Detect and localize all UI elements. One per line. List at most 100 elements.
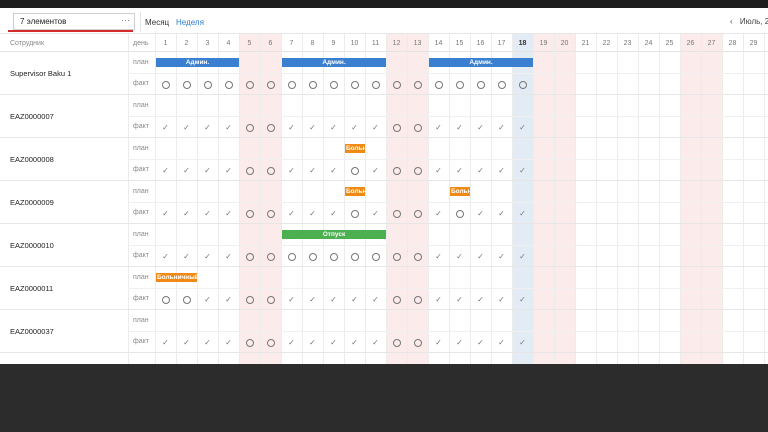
fact-cell[interactable] bbox=[239, 117, 260, 138]
fact-cell[interactable]: ✓ bbox=[176, 203, 197, 224]
fact-cell[interactable] bbox=[281, 246, 302, 267]
fact-cell[interactable]: ✓ bbox=[197, 246, 218, 267]
fact-cell[interactable]: ✓ bbox=[218, 117, 239, 138]
fact-cell[interactable] bbox=[239, 289, 260, 310]
fact-cell[interactable]: ✓ bbox=[302, 160, 323, 181]
sick-leave-bar[interactable]: Больничный bbox=[156, 273, 197, 282]
fact-cell[interactable] bbox=[470, 74, 491, 95]
fact-cell[interactable] bbox=[260, 332, 281, 353]
fact-cell[interactable]: ✓ bbox=[512, 332, 533, 353]
fact-cell[interactable]: ✓ bbox=[344, 117, 365, 138]
fact-cell[interactable]: ✓ bbox=[323, 117, 344, 138]
sick-leave-bar[interactable]: Больничный bbox=[345, 187, 365, 196]
fact-cell[interactable] bbox=[197, 74, 218, 95]
fact-cell[interactable]: ✓ bbox=[302, 203, 323, 224]
fact-cell[interactable]: ✓ bbox=[344, 332, 365, 353]
employee-name[interactable]: EAZ0000011 bbox=[10, 284, 53, 293]
employee-name[interactable]: EAZ0000009 bbox=[10, 198, 54, 207]
vacation-bar[interactable]: Отпуск bbox=[282, 230, 386, 239]
fact-cell[interactable]: ✓ bbox=[197, 289, 218, 310]
fact-cell[interactable]: ✓ bbox=[302, 332, 323, 353]
fact-cell[interactable]: ✓ bbox=[155, 246, 176, 267]
fact-cell[interactable]: ✓ bbox=[365, 203, 386, 224]
fact-cell[interactable] bbox=[386, 203, 407, 224]
fact-cell[interactable] bbox=[302, 246, 323, 267]
fact-cell[interactable]: ✓ bbox=[197, 160, 218, 181]
fact-cell[interactable]: ✓ bbox=[323, 289, 344, 310]
fact-cell[interactable]: ✓ bbox=[365, 332, 386, 353]
fact-cell[interactable] bbox=[407, 203, 428, 224]
employee-name[interactable]: Supervisor Baku 1 bbox=[10, 69, 71, 78]
employee-name[interactable]: EAZ0000010 bbox=[10, 241, 54, 250]
fact-cell[interactable] bbox=[407, 289, 428, 310]
fact-cell[interactable]: ✓ bbox=[512, 117, 533, 138]
fact-cell[interactable] bbox=[344, 203, 365, 224]
fact-cell[interactable]: ✓ bbox=[344, 289, 365, 310]
fact-cell[interactable]: ✓ bbox=[491, 332, 512, 353]
tab-month[interactable]: Месяц bbox=[145, 18, 169, 27]
fact-cell[interactable]: ✓ bbox=[281, 289, 302, 310]
fact-cell[interactable]: ✓ bbox=[449, 160, 470, 181]
fact-cell[interactable] bbox=[407, 117, 428, 138]
fact-cell[interactable] bbox=[386, 246, 407, 267]
fact-cell[interactable] bbox=[407, 246, 428, 267]
fact-cell[interactable]: ✓ bbox=[302, 117, 323, 138]
sick-leave-bar[interactable]: Больничный bbox=[345, 144, 365, 153]
fact-cell[interactable] bbox=[260, 117, 281, 138]
fact-cell[interactable] bbox=[365, 246, 386, 267]
fact-cell[interactable]: ✓ bbox=[281, 117, 302, 138]
fact-cell[interactable]: ✓ bbox=[470, 160, 491, 181]
fact-cell[interactable] bbox=[386, 117, 407, 138]
fact-cell[interactable]: ✓ bbox=[428, 289, 449, 310]
fact-cell[interactable]: ✓ bbox=[197, 117, 218, 138]
chevron-left-icon[interactable]: ‹ bbox=[730, 17, 733, 26]
fact-cell[interactable]: ✓ bbox=[323, 332, 344, 353]
fact-cell[interactable]: ✓ bbox=[512, 160, 533, 181]
fact-cell[interactable]: ✓ bbox=[512, 289, 533, 310]
fact-cell[interactable] bbox=[260, 203, 281, 224]
fact-cell[interactable] bbox=[260, 160, 281, 181]
fact-cell[interactable] bbox=[344, 246, 365, 267]
fact-cell[interactable] bbox=[155, 74, 176, 95]
fact-cell[interactable] bbox=[386, 332, 407, 353]
fact-cell[interactable]: ✓ bbox=[323, 203, 344, 224]
fact-cell[interactable]: ✓ bbox=[218, 246, 239, 267]
admin-shift-bar[interactable]: Админ. bbox=[429, 58, 533, 67]
fact-cell[interactable]: ✓ bbox=[491, 160, 512, 181]
fact-cell[interactable]: ✓ bbox=[449, 332, 470, 353]
fact-cell[interactable]: ✓ bbox=[470, 289, 491, 310]
fact-cell[interactable] bbox=[323, 74, 344, 95]
fact-cell[interactable] bbox=[323, 246, 344, 267]
fact-cell[interactable] bbox=[512, 74, 533, 95]
fact-cell[interactable]: ✓ bbox=[428, 117, 449, 138]
fact-cell[interactable]: ✓ bbox=[449, 289, 470, 310]
fact-cell[interactable] bbox=[260, 74, 281, 95]
fact-cell[interactable] bbox=[176, 289, 197, 310]
admin-shift-bar[interactable]: Админ. bbox=[156, 58, 239, 67]
fact-cell[interactable]: ✓ bbox=[491, 117, 512, 138]
fact-cell[interactable]: ✓ bbox=[491, 246, 512, 267]
fact-cell[interactable] bbox=[281, 74, 302, 95]
fact-cell[interactable]: ✓ bbox=[197, 332, 218, 353]
fact-cell[interactable] bbox=[344, 74, 365, 95]
employee-name[interactable]: EAZ0000008 bbox=[10, 155, 54, 164]
fact-cell[interactable]: ✓ bbox=[218, 332, 239, 353]
fact-cell[interactable]: ✓ bbox=[323, 160, 344, 181]
fact-cell[interactable]: ✓ bbox=[428, 160, 449, 181]
sick-leave-bar[interactable]: Больничный bbox=[450, 187, 470, 196]
fact-cell[interactable] bbox=[449, 74, 470, 95]
fact-cell[interactable]: ✓ bbox=[449, 117, 470, 138]
fact-cell[interactable] bbox=[449, 203, 470, 224]
fact-cell[interactable]: ✓ bbox=[155, 203, 176, 224]
fact-cell[interactable] bbox=[218, 74, 239, 95]
fact-cell[interactable]: ✓ bbox=[155, 160, 176, 181]
fact-cell[interactable] bbox=[260, 246, 281, 267]
fact-cell[interactable]: ✓ bbox=[218, 203, 239, 224]
fact-cell[interactable]: ✓ bbox=[365, 160, 386, 181]
fact-cell[interactable]: ✓ bbox=[470, 203, 491, 224]
fact-cell[interactable]: ✓ bbox=[365, 117, 386, 138]
fact-cell[interactable]: ✓ bbox=[176, 246, 197, 267]
fact-cell[interactable]: ✓ bbox=[176, 160, 197, 181]
fact-cell[interactable] bbox=[365, 74, 386, 95]
fact-cell[interactable]: ✓ bbox=[491, 289, 512, 310]
